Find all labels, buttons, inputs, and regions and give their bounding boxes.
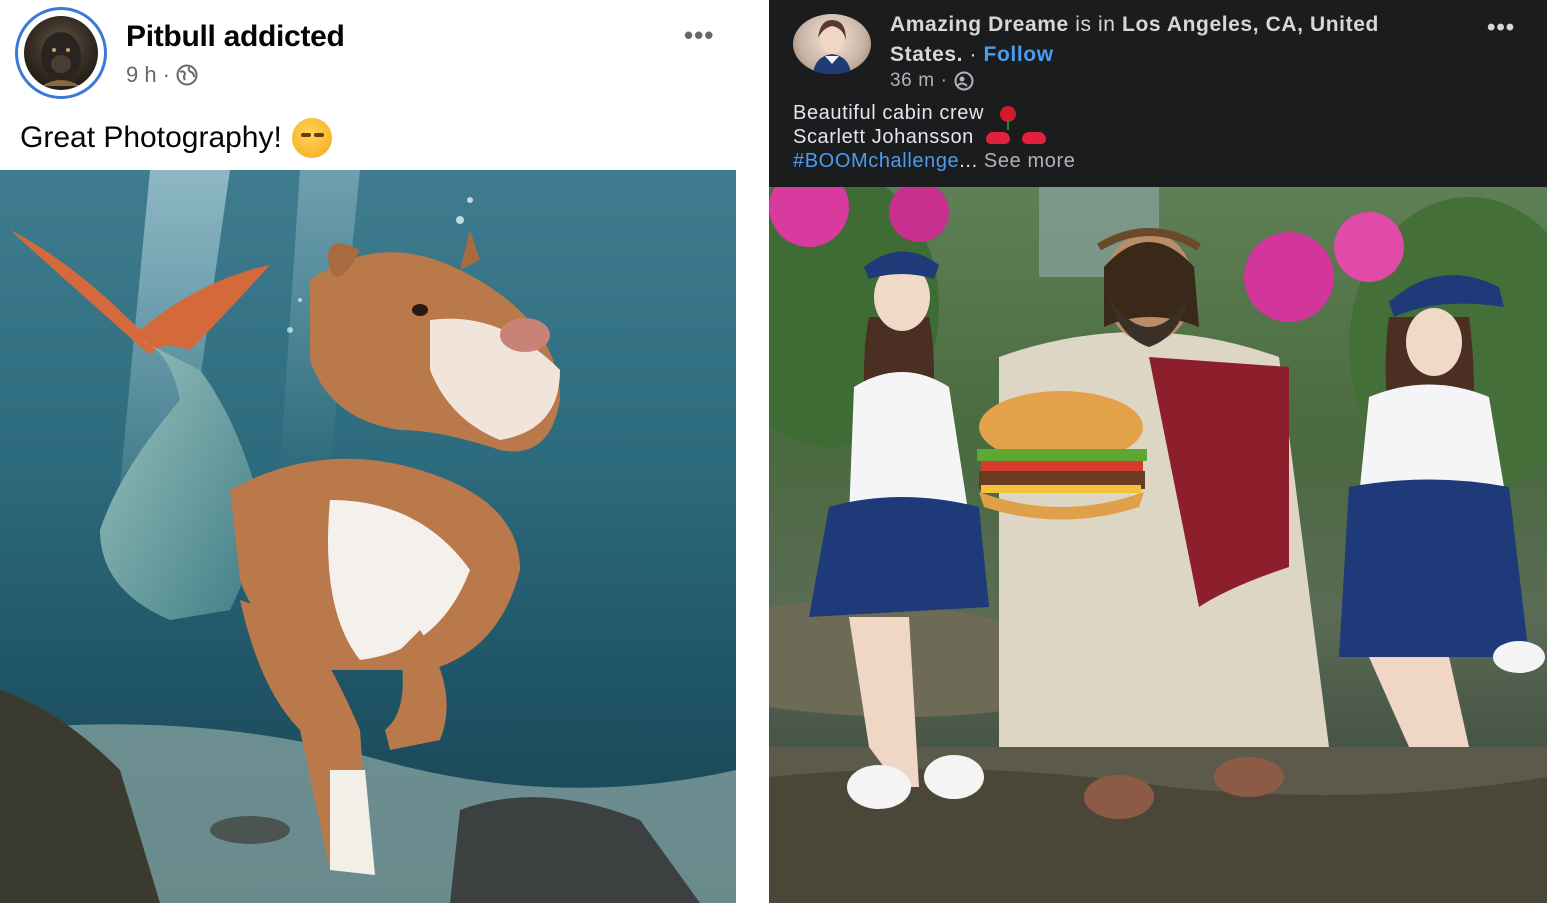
follow-button[interactable]: Follow <box>984 43 1054 66</box>
post-gap <box>736 0 769 903</box>
post-photo[interactable] <box>769 187 1547 903</box>
post-photo[interactable] <box>0 170 736 903</box>
kiss-mark-icon <box>1022 131 1047 144</box>
caption-line-1: Beautiful cabin crew <box>793 101 1075 130</box>
author-avatar[interactable] <box>793 14 871 74</box>
left-post: Pitbull addicted 9 h · ••• Great Photogr… <box>0 0 736 903</box>
right-post: Amazing Dreame is in Los Angeles, CA, Un… <box>769 0 1547 903</box>
globe-icon <box>176 64 198 86</box>
caption-text-2: Scarlett Johansson <box>793 126 974 148</box>
post-meta: 36 m · <box>890 70 974 92</box>
avatar-image <box>24 16 98 90</box>
author-name[interactable]: Amazing Dreame <box>890 13 1069 36</box>
post-header: Amazing Dreame is in Los Angeles, CA, Un… <box>890 10 1450 70</box>
post-caption: Beautiful cabin crew Scarlett Johansson … <box>793 101 1075 173</box>
caption-text-1: Beautiful cabin crew <box>793 102 984 124</box>
see-more-link[interactable]: See more <box>984 150 1076 172</box>
more-options-button[interactable]: ••• <box>684 20 714 51</box>
author-avatar[interactable] <box>15 7 107 99</box>
caption-ellipsis: ... <box>959 150 978 172</box>
kiss-mark-icon <box>986 131 1011 144</box>
friends-icon <box>954 71 974 91</box>
post-time[interactable]: 36 m <box>890 70 935 92</box>
meta-separator: · <box>162 62 170 87</box>
caption-line-2: Scarlett Johansson <box>793 125 1075 149</box>
smiling-face-with-hearts-icon <box>291 118 332 158</box>
header-separator: · <box>969 43 978 66</box>
post-meta: 9 h · <box>126 62 198 88</box>
meta-separator: · <box>940 70 948 91</box>
more-options-button[interactable]: ••• <box>1487 14 1515 42</box>
post-time[interactable]: 9 h <box>126 62 157 88</box>
caption-text: Great Photography! <box>20 121 282 154</box>
hashtag-link[interactable]: #BOOMchallenge <box>793 150 959 172</box>
post-caption: Great Photography! <box>20 118 332 158</box>
caption-line-3: #BOOMchallenge... See more <box>793 149 1075 173</box>
rose-icon <box>1000 105 1017 130</box>
is-in-text: is in <box>1075 13 1116 36</box>
author-name[interactable]: Pitbull addicted <box>126 20 345 54</box>
